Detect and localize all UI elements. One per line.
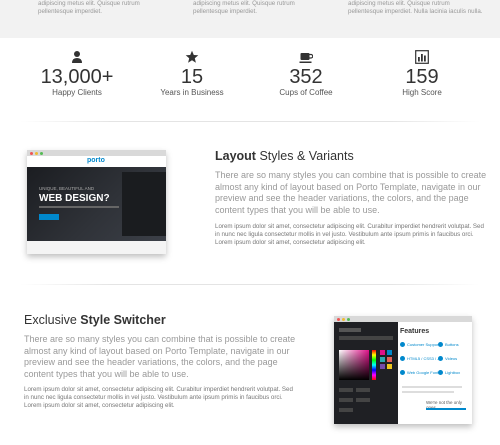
mock-text-line (402, 391, 454, 393)
mock-switcher-panel (334, 322, 398, 424)
mock-logo: porto (87, 157, 105, 164)
mock-panel-button (339, 408, 353, 412)
stat-value: 159 (405, 66, 439, 88)
mock-hue-slider (372, 350, 376, 380)
close-dot-icon (30, 151, 33, 155)
mock-color-picker (339, 350, 369, 380)
stat-high-score: 159 High Score (362, 50, 482, 97)
mock-swatch (380, 350, 385, 355)
layout-preview-screenshot: porto UNIQUE, BEAUTIFUL AND WEB DESIGN? (27, 150, 166, 254)
mock-swatch (380, 357, 385, 362)
mock-text-line (402, 386, 462, 388)
circle-icon (438, 370, 443, 376)
circle-icon (400, 356, 405, 362)
top-text-column-1: adipiscing metus elit. Quisque rutrum pe… (38, 0, 140, 15)
style-switcher-screenshot: Features Customer Support Buttons HTML5 … (334, 316, 472, 424)
mock-feature-item: Customer Support (400, 342, 439, 348)
mock-swatch (380, 364, 385, 369)
stat-cups-of-coffee: 352 Cups of Coffee (246, 50, 366, 97)
mock-swatch (387, 364, 392, 369)
minimize-dot-icon (342, 317, 345, 321)
maximize-dot-icon (347, 317, 350, 321)
mock-panel-button (339, 388, 353, 392)
mock-panel-button (339, 398, 353, 402)
mock-panel-row (339, 336, 393, 340)
close-dot-icon (337, 317, 340, 321)
section-divider (20, 284, 480, 285)
layout-feature-lead: There are so many styles you can combine… (215, 170, 487, 215)
stat-label: Years in Business (160, 88, 224, 97)
stat-happy-clients: 13,000+ Happy Clients (17, 50, 137, 97)
mock-hero-button (39, 214, 59, 220)
switcher-feature-title: Exclusive Style Switcher (24, 313, 166, 327)
circle-icon (400, 370, 405, 376)
mock-feature-item: Videos (438, 356, 457, 362)
mock-swatch (387, 357, 392, 362)
mock-feature-item: Web Google Fonts (400, 370, 440, 376)
stat-label: Happy Clients (52, 88, 102, 97)
mock-features-heading: Features (400, 328, 430, 335)
mock-panel-header (339, 328, 361, 332)
stat-value: 15 (180, 66, 204, 88)
top-text-column-3: adipiscing metus elit. Quisque rutrum pe… (348, 0, 483, 15)
previous-section-strip: adipiscing metus elit. Quisque rutrum pe… (0, 0, 500, 38)
minimize-dot-icon (35, 151, 38, 155)
mock-hero-subline (39, 206, 119, 208)
mock-panel-button (356, 388, 370, 392)
stat-value: 13,000+ (40, 66, 114, 88)
section-divider (20, 121, 480, 122)
mock-panel-button (356, 398, 370, 402)
switcher-feature-lead: There are so many styles you can combine… (24, 334, 296, 379)
layout-feature-body: Lorem ipsum dolor sit amet, consectetur … (215, 223, 484, 247)
stat-years-in-business: 15 Years in Business (132, 50, 252, 97)
stat-label: Cups of Coffee (279, 88, 333, 97)
top-text-column-2: adipiscing metus elit. Quisque rutrum pe… (193, 0, 295, 15)
bar-chart-icon (415, 50, 429, 64)
mock-hero-title: WEB DESIGN? (39, 193, 110, 204)
maximize-dot-icon (40, 151, 43, 155)
stat-value: 352 (289, 66, 323, 88)
switcher-feature-body: Lorem ipsum dolor sit amet, consectetur … (24, 386, 293, 410)
layout-feature-title: Layout Styles & Variants (215, 149, 354, 163)
mock-swatch (387, 350, 392, 355)
mock-feature-item: Lightbox (438, 370, 460, 376)
mock-side-panel (122, 172, 166, 236)
circle-icon (400, 342, 405, 348)
coffee-icon (299, 53, 313, 63)
star-icon (185, 50, 199, 63)
mock-footer (27, 241, 166, 254)
stat-label: High Score (402, 88, 442, 97)
user-icon (72, 51, 82, 63)
mock-feature-item: HTML5 / CSS3 / JS (400, 356, 442, 362)
mock-link-line (426, 408, 466, 410)
circle-icon (438, 356, 443, 362)
mock-feature-item: Buttons (438, 342, 459, 348)
mock-hero-kicker: UNIQUE, BEAUTIFUL AND (39, 186, 95, 191)
circle-icon (438, 342, 443, 348)
